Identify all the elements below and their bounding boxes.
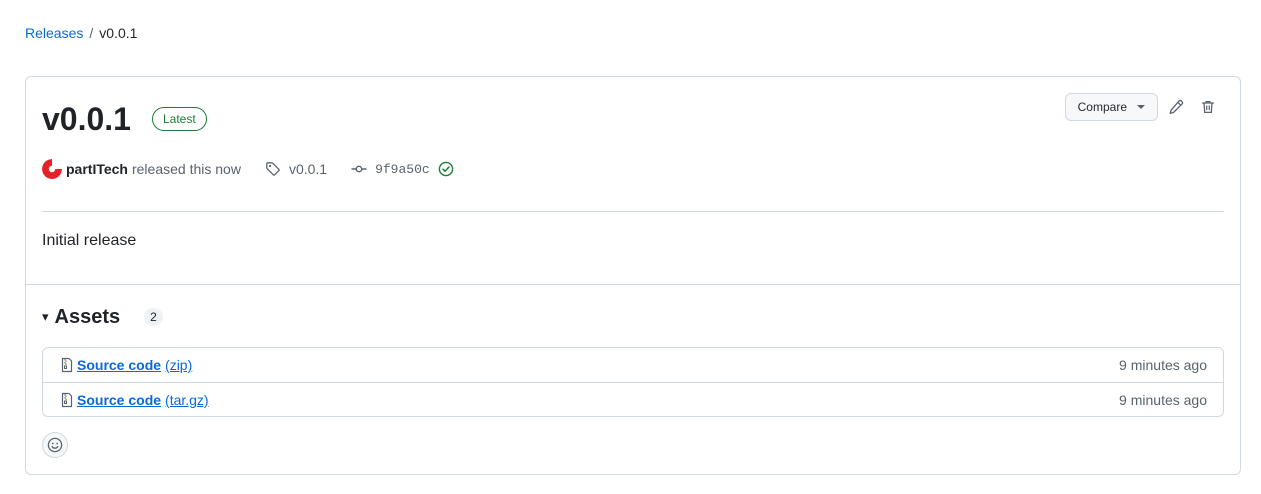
tag-link[interactable]: v0.0.1 <box>265 161 327 177</box>
pencil-icon <box>1169 99 1184 115</box>
release-meta: partITech released this now v0.0.1 9f9a5… <box>42 159 454 179</box>
breadcrumb-separator: / <box>89 25 94 41</box>
avatar[interactable] <box>42 159 62 179</box>
asset-link-targz[interactable]: Source code (tar.gz) <box>59 392 209 408</box>
assets-title: Assets <box>54 305 121 328</box>
release-actions: Compare <box>1064 93 1222 121</box>
assets-count-badge: 2 <box>144 308 163 326</box>
asset-ext: (tar.gz) <box>165 391 209 408</box>
assets-toggle[interactable]: ▾ Assets 2 <box>42 305 163 329</box>
breadcrumb-current: v0.0.1 <box>99 25 138 41</box>
commit-link[interactable]: 9f9a50c <box>351 161 430 177</box>
smiley-icon <box>47 437 63 453</box>
author-link[interactable]: partITech <box>66 161 128 177</box>
released-text: released this now <box>131 161 241 177</box>
commit-sha: 9f9a50c <box>375 161 430 177</box>
asset-time: 9 minutes ago <box>1119 357 1207 373</box>
divider <box>42 211 1224 212</box>
latest-badge: Latest <box>151 107 207 131</box>
tag-icon <box>266 162 280 176</box>
tag-label: v0.0.1 <box>288 161 328 177</box>
release-notes: Initial release <box>42 232 137 249</box>
asset-name: Source code <box>77 357 162 373</box>
commit-icon <box>351 165 367 173</box>
breadcrumb-releases-link[interactable]: Releases <box>25 24 83 42</box>
asset-ext: (zip) <box>165 357 193 373</box>
compare-button-label: Compare <box>1077 100 1127 114</box>
trash-icon <box>1201 100 1215 114</box>
delete-button[interactable] <box>1194 93 1222 121</box>
breadcrumb: Releases / v0.0.1 <box>25 24 137 42</box>
file-zip-icon <box>61 357 73 373</box>
release-card: v0.0.1 Latest Compare partITech released… <box>25 76 1241 475</box>
asset-time: 9 minutes ago <box>1119 391 1207 408</box>
compare-button[interactable]: Compare <box>1064 93 1158 121</box>
asset-link-zip[interactable]: Source code (zip) <box>59 357 192 373</box>
triangle-down-icon: ▾ <box>42 309 49 324</box>
assets-divider <box>26 284 1240 285</box>
asset-name: Source code <box>77 391 162 408</box>
release-title[interactable]: v0.0.1 <box>42 99 131 139</box>
add-reaction-button[interactable] <box>42 432 68 458</box>
edit-button[interactable] <box>1162 93 1190 121</box>
file-zip-icon <box>61 392 73 407</box>
chevron-down-icon <box>1137 105 1145 109</box>
avatar-image <box>42 159 62 179</box>
list-item: Source code (zip) 9 minutes ago <box>43 348 1223 382</box>
check-circle-icon[interactable] <box>438 161 454 177</box>
asset-list: Source code (zip) 9 minutes ago Source c… <box>42 347 1224 417</box>
release-title-row: v0.0.1 Latest <box>42 99 207 139</box>
list-item: Source code (tar.gz) 9 minutes ago <box>43 382 1223 416</box>
